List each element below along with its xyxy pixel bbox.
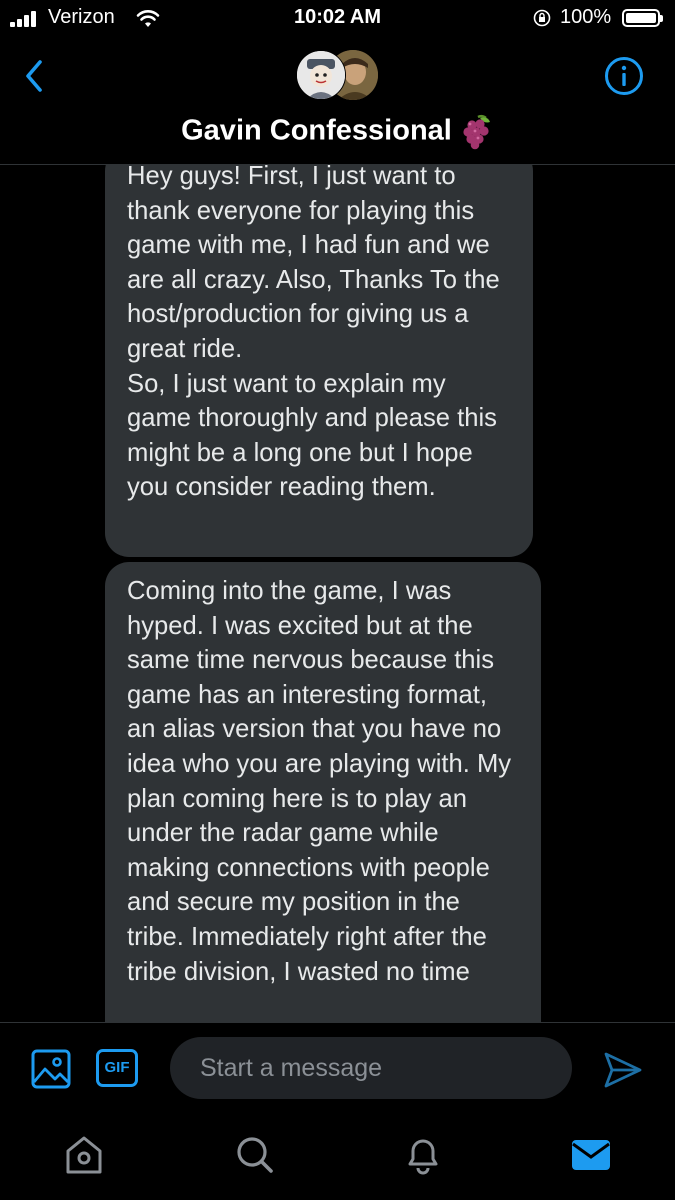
mail-icon[interactable] [571,1134,611,1176]
back-chevron-icon[interactable] [20,58,50,94]
conversation-title-text: Gavin Confessional [181,114,452,147]
message-composer: GIF [0,1022,675,1115]
status-bar: Verizon 10:02 AM 100% [0,0,675,38]
gif-button[interactable]: GIF [96,1049,138,1087]
avatar [296,50,346,100]
search-icon[interactable] [234,1134,274,1176]
battery-percent: 100% [560,6,612,28]
bottom-tab-bar [0,1114,675,1200]
conversation-header: Gavin Confessional [0,38,675,165]
grape-icon [463,114,490,150]
message-text: Hey guys! First, I just want to thank ev… [127,165,500,502]
message-bubble[interactable]: Coming into the game, I was hyped. I was… [105,562,541,1022]
info-icon[interactable] [604,56,644,96]
participant-avatars[interactable] [296,50,380,100]
battery-icon [622,9,663,27]
rotation-lock-icon [533,9,551,27]
message-bubble[interactable]: Hey guys! First, I just want to thank ev… [105,165,533,557]
message-text: Coming into the game, I was hyped. I was… [127,577,512,986]
conversation-title: Gavin Confessional [0,114,675,150]
bell-icon[interactable] [403,1134,443,1176]
message-input[interactable] [170,1037,572,1099]
home-icon[interactable] [64,1134,104,1176]
message-list[interactable]: Hey guys! First, I just want to thank ev… [0,165,675,1022]
send-icon[interactable] [603,1050,643,1090]
image-icon[interactable] [31,1049,71,1089]
